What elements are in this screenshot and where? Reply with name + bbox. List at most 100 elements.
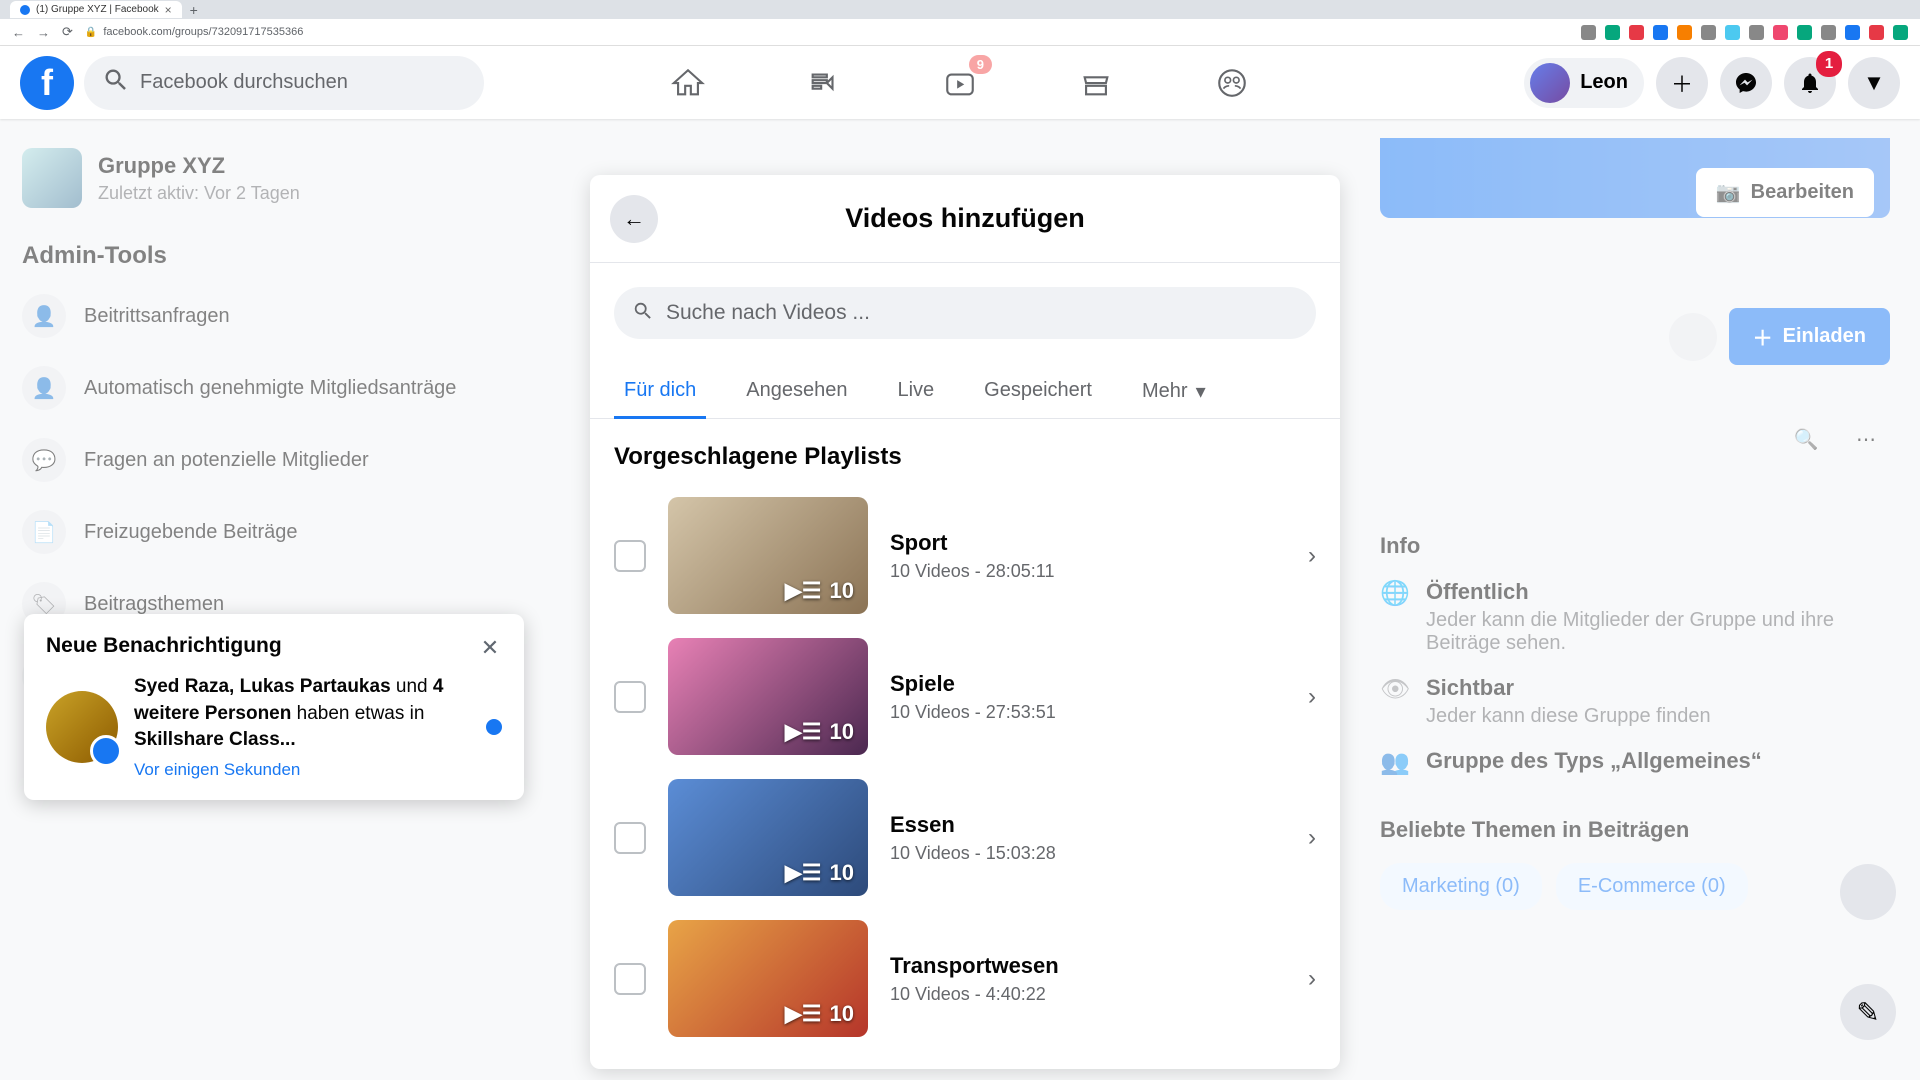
- playlist-meta: 10 Videos - 28:05:11: [890, 561, 1286, 582]
- fb-header: f Facebook durchsuchen 9 Leon ＋ 1 ▼: [0, 46, 1920, 119]
- chevron-right-icon[interactable]: ›: [1308, 965, 1316, 993]
- playlist-info: Essen 10 Videos - 15:03:28: [890, 812, 1286, 864]
- playlist-thumb: ▶☰ 10: [668, 920, 868, 1037]
- playlist-thumb: ▶☰ 10: [668, 497, 868, 614]
- new-tab-button[interactable]: +: [190, 2, 198, 18]
- profile-pill[interactable]: Leon: [1524, 58, 1644, 108]
- search-placeholder: Suche nach Videos ...: [666, 301, 870, 325]
- pages-icon[interactable]: [806, 65, 842, 101]
- tab-live[interactable]: Live: [887, 365, 944, 418]
- ext-icon[interactable]: [1845, 25, 1860, 40]
- search-icon: [632, 300, 654, 327]
- playlist-title: Spiele: [890, 671, 1286, 697]
- url-text: facebook.com/groups/732091717535366: [103, 26, 303, 38]
- facebook-logo[interactable]: f: [20, 56, 74, 110]
- ext-icon[interactable]: [1725, 25, 1740, 40]
- toast-time: Vor einigen Sekunden: [134, 760, 470, 780]
- profile-name: Leon: [1580, 71, 1628, 94]
- tab-more[interactable]: Mehr▾: [1132, 365, 1216, 418]
- url-bar: ← → ⟳ 🔒 facebook.com/groups/732091717535…: [0, 19, 1920, 45]
- playlist-meta: 10 Videos - 4:40:22: [890, 984, 1286, 1005]
- toast-body: Syed Raza, Lukas Partaukas und 4 weitere…: [46, 674, 502, 780]
- messenger-button[interactable]: [1720, 57, 1772, 109]
- add-videos-modal: ← Videos hinzufügen Suche nach Videos ..…: [590, 175, 1340, 1069]
- video-search-input[interactable]: Suche nach Videos ...: [614, 287, 1316, 339]
- video-count-badge: ▶☰ 10: [785, 719, 854, 745]
- new-message-button[interactable]: ✎: [1840, 984, 1896, 1040]
- extensions-tray: [1581, 25, 1908, 40]
- forward-arrow-icon[interactable]: →: [37, 25, 50, 40]
- header-right: Leon ＋ 1 ▼: [1524, 57, 1900, 109]
- tab-bar: (1) Gruppe XYZ | Facebook × +: [0, 0, 1920, 19]
- tab-saved[interactable]: Gespeichert: [974, 365, 1102, 418]
- back-button[interactable]: ←: [610, 195, 658, 243]
- reload-icon[interactable]: ⟳: [62, 24, 73, 40]
- tab-label: Gespeichert: [984, 379, 1092, 401]
- ext-icon[interactable]: [1869, 25, 1884, 40]
- ext-icon[interactable]: [1797, 25, 1812, 40]
- unread-dot-icon: [486, 719, 502, 735]
- watch-icon[interactable]: 9: [942, 65, 978, 101]
- ext-icon[interactable]: [1821, 25, 1836, 40]
- video-count-badge: ▶☰ 10: [785, 860, 854, 886]
- playlist-thumb: ▶☰ 10: [668, 638, 868, 755]
- search-box[interactable]: Facebook durchsuchen: [84, 56, 484, 110]
- tab-watched[interactable]: Angesehen: [736, 365, 857, 418]
- ext-icon[interactable]: [1629, 25, 1644, 40]
- avatar: [1530, 63, 1570, 103]
- tab-label: Für dich: [624, 379, 696, 401]
- ext-icon[interactable]: [1773, 25, 1788, 40]
- ext-icon[interactable]: [1701, 25, 1716, 40]
- toast-avatar: [46, 691, 118, 763]
- marketplace-icon[interactable]: [1078, 65, 1114, 101]
- account-dropdown-button[interactable]: ▼: [1848, 57, 1900, 109]
- ext-icon[interactable]: [1677, 25, 1692, 40]
- ext-icon[interactable]: [1893, 25, 1908, 40]
- chat-avatar[interactable]: [1840, 864, 1896, 920]
- ext-icon[interactable]: [1653, 25, 1668, 40]
- ext-icon[interactable]: [1749, 25, 1764, 40]
- group-badge-icon: [90, 735, 122, 767]
- chevron-down-icon: ▾: [1196, 379, 1206, 404]
- create-button[interactable]: ＋: [1656, 57, 1708, 109]
- tab-title: (1) Gruppe XYZ | Facebook: [36, 4, 159, 15]
- video-count-badge: ▶☰ 10: [785, 578, 854, 604]
- playlist-title: Sport: [890, 530, 1286, 556]
- url-input[interactable]: 🔒 facebook.com/groups/732091717535366: [85, 26, 303, 38]
- checkbox[interactable]: [614, 822, 646, 854]
- playlist-title: Essen: [890, 812, 1286, 838]
- chevron-right-icon[interactable]: ›: [1308, 683, 1316, 711]
- modal-tabs: Für dich Angesehen Live Gespeichert Mehr…: [590, 365, 1340, 419]
- tab-for-you[interactable]: Für dich: [614, 365, 706, 418]
- toast-text: Syed Raza, Lukas Partaukas und 4 weitere…: [134, 674, 470, 754]
- checkbox[interactable]: [614, 681, 646, 713]
- groups-icon[interactable]: [1214, 65, 1250, 101]
- playlist-meta: 10 Videos - 27:53:51: [890, 702, 1286, 723]
- video-count-badge: ▶☰ 10: [785, 1001, 854, 1027]
- chevron-right-icon[interactable]: ›: [1308, 824, 1316, 852]
- chevron-right-icon[interactable]: ›: [1308, 542, 1316, 570]
- tab-label: Live: [897, 379, 934, 401]
- browser-tab[interactable]: (1) Gruppe XYZ | Facebook ×: [10, 1, 182, 18]
- browser-chrome: (1) Gruppe XYZ | Facebook × + ← → ⟳ 🔒 fa…: [0, 0, 1920, 46]
- back-arrow-icon[interactable]: ←: [12, 25, 25, 40]
- notifications-button[interactable]: 1: [1784, 57, 1836, 109]
- checkbox[interactable]: [614, 963, 646, 995]
- watch-badge: 9: [969, 55, 992, 74]
- ext-icon[interactable]: [1605, 25, 1620, 40]
- home-icon[interactable]: [670, 65, 706, 101]
- tab-close-icon[interactable]: ×: [165, 3, 172, 17]
- ext-icon[interactable]: [1581, 25, 1596, 40]
- tab-label: Angesehen: [746, 379, 847, 401]
- fb-favicon: [20, 5, 30, 15]
- toast-title: Neue Benachrichtigung: [46, 634, 502, 658]
- playlist-row[interactable]: ▶☰ 10 Sport 10 Videos - 28:05:11 ›: [590, 485, 1340, 626]
- playlist-row[interactable]: ▶☰ 10 Transportwesen 10 Videos - 4:40:22…: [590, 908, 1340, 1049]
- playlist-meta: 10 Videos - 15:03:28: [890, 843, 1286, 864]
- notification-toast[interactable]: Neue Benachrichtigung ✕ Syed Raza, Lukas…: [24, 614, 524, 800]
- playlist-row[interactable]: ▶☰ 10 Essen 10 Videos - 15:03:28 ›: [590, 767, 1340, 908]
- checkbox[interactable]: [614, 540, 646, 572]
- notification-badge: 1: [1816, 51, 1842, 77]
- playlist-row[interactable]: ▶☰ 10 Spiele 10 Videos - 27:53:51 ›: [590, 626, 1340, 767]
- close-button[interactable]: ✕: [470, 628, 510, 668]
